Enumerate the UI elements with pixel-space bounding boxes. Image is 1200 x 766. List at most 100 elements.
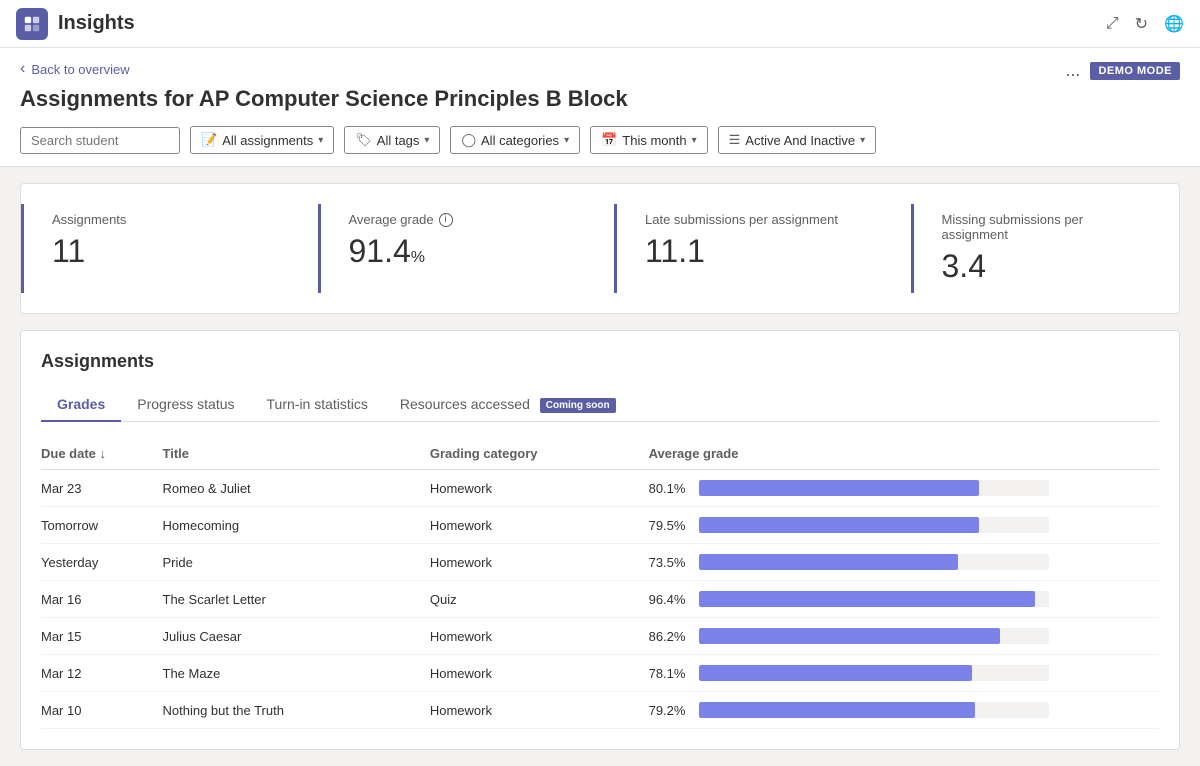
grade-bar <box>699 554 958 570</box>
tab-progress[interactable]: Progress status <box>121 388 250 422</box>
cell-grade: 73.5% <box>649 544 1159 581</box>
grade-value: 86.2% <box>649 629 691 644</box>
table-row: Mar 10 Nothing but the Truth Homework 79… <box>41 692 1159 729</box>
refresh-icon[interactable]: ↻ <box>1135 14 1148 34</box>
grade-bar <box>699 517 979 533</box>
tab-resources[interactable]: Resources accessed Coming soon <box>384 388 632 422</box>
col-header-grade: Average grade <box>649 438 1159 470</box>
table-row: Mar 15 Julius Caesar Homework 86.2% <box>41 618 1159 655</box>
header-actions: ... DEMO MODE <box>1065 60 1180 81</box>
cell-grade: 79.2% <box>649 692 1159 729</box>
globe-icon[interactable]: 🌐 <box>1164 14 1184 34</box>
cell-title: Julius Caesar <box>163 618 430 655</box>
top-bar: Insights ⤢ ↻ 🌐 <box>0 0 1200 48</box>
cell-category: Homework <box>430 618 649 655</box>
grade-bar-container <box>699 628 1049 644</box>
stat-avg-grade-label: Average grade i <box>349 212 559 227</box>
grade-bar <box>699 628 1000 644</box>
grade-bar-container <box>699 480 1049 496</box>
tabs: Grades Progress status Turn-in statistic… <box>41 388 1159 422</box>
cell-category: Homework <box>430 655 649 692</box>
cell-category: Homework <box>430 544 649 581</box>
status-chevron-icon: ▾ <box>860 135 865 146</box>
status-icon: ☰ <box>729 132 741 148</box>
grade-bar-container <box>699 702 1049 718</box>
assignments-label: All assignments <box>222 133 313 148</box>
grade-bar-container <box>699 591 1049 607</box>
app-title: Insights <box>58 12 135 35</box>
search-input[interactable] <box>20 127 180 154</box>
month-filter[interactable]: 📅 This month ▾ <box>590 126 708 154</box>
table-row: Yesterday Pride Homework 73.5% <box>41 544 1159 581</box>
categories-label: All categories <box>481 133 559 148</box>
stat-late-value: 11.1 <box>645 233 855 270</box>
tab-grades[interactable]: Grades <box>41 388 121 422</box>
categories-chevron-icon: ▾ <box>564 135 569 146</box>
stat-assignments: Assignments 11 <box>21 204 290 293</box>
assignments-section-title: Assignments <box>41 351 1159 372</box>
grade-bar-container <box>699 665 1049 681</box>
resize-icon[interactable]: ⤢ <box>1106 15 1119 33</box>
cell-due: Mar 10 <box>41 692 163 729</box>
cell-title: Romeo & Juliet <box>163 470 430 507</box>
grade-value: 96.4% <box>649 592 691 607</box>
col-header-title: Title <box>163 438 430 470</box>
cell-title: Nothing but the Truth <box>163 692 430 729</box>
stat-avg-grade-value: 91.4% <box>349 233 559 270</box>
table-row: Tomorrow Homecoming Homework 79.5% <box>41 507 1159 544</box>
header-area: ‹ Back to overview Assignments for AP Co… <box>0 48 1200 167</box>
stat-avg-grade: Average grade i 91.4% <box>318 204 587 293</box>
cell-due: Mar 12 <box>41 655 163 692</box>
stat-assignments-label: Assignments <box>52 212 262 227</box>
back-label: Back to overview <box>31 62 129 77</box>
more-button[interactable]: ... <box>1065 60 1080 81</box>
stat-late-label: Late submissions per assignment <box>645 212 855 227</box>
back-link[interactable]: ‹ Back to overview <box>20 60 628 78</box>
grade-bar <box>699 480 979 496</box>
month-label: This month <box>622 133 686 148</box>
cell-due: Tomorrow <box>41 507 163 544</box>
table-row: Mar 16 The Scarlet Letter Quiz 96.4% <box>41 581 1159 618</box>
tab-turnin[interactable]: Turn-in statistics <box>251 388 384 422</box>
cell-grade: 80.1% <box>649 470 1159 507</box>
assignments-chevron-icon: ▾ <box>318 135 323 146</box>
grade-bar <box>699 591 1035 607</box>
info-icon[interactable]: i <box>439 213 453 227</box>
cell-category: Homework <box>430 692 649 729</box>
cell-due: Mar 23 <box>41 470 163 507</box>
tags-filter[interactable]: 🏷 All tags ▾ <box>344 126 440 154</box>
grade-value: 79.5% <box>649 518 691 533</box>
tags-label: All tags <box>377 133 420 148</box>
demo-mode-badge: DEMO MODE <box>1090 62 1180 80</box>
stat-missing-label: Missing submissions per assignment <box>942 212 1152 242</box>
back-chevron-icon: ‹ <box>20 60 25 78</box>
grade-value: 80.1% <box>649 481 691 496</box>
assignments-table: Due date ↓ Title Grading category Averag… <box>41 438 1159 729</box>
col-header-due[interactable]: Due date ↓ <box>41 438 163 470</box>
cell-grade: 78.1% <box>649 655 1159 692</box>
cell-due: Mar 16 <box>41 581 163 618</box>
stat-missing: Missing submissions per assignment 3.4 <box>911 204 1180 293</box>
cell-title: The Scarlet Letter <box>163 581 430 618</box>
cell-category: Homework <box>430 470 649 507</box>
grade-value: 79.2% <box>649 703 691 718</box>
cell-due: Mar 15 <box>41 618 163 655</box>
grade-bar-container <box>699 554 1049 570</box>
grade-value: 73.5% <box>649 555 691 570</box>
assignments-filter[interactable]: 📝 All assignments ▾ <box>190 126 334 154</box>
cell-title: Homecoming <box>163 507 430 544</box>
cell-grade: 96.4% <box>649 581 1159 618</box>
col-header-category: Grading category <box>430 438 649 470</box>
categories-icon: ◯ <box>461 132 476 148</box>
cell-title: Pride <box>163 544 430 581</box>
status-filter[interactable]: ☰ Active And Inactive ▾ <box>718 126 877 154</box>
sort-icon: ↓ <box>100 446 107 461</box>
grade-bar <box>699 665 972 681</box>
app-icon <box>16 8 48 40</box>
stat-late: Late submissions per assignment 11.1 <box>614 204 883 293</box>
page-title: Assignments for AP Computer Science Prin… <box>20 86 628 112</box>
grade-bar <box>699 702 976 718</box>
cell-title: The Maze <box>163 655 430 692</box>
categories-filter[interactable]: ◯ All categories ▾ <box>450 126 580 154</box>
month-chevron-icon: ▾ <box>692 135 697 146</box>
